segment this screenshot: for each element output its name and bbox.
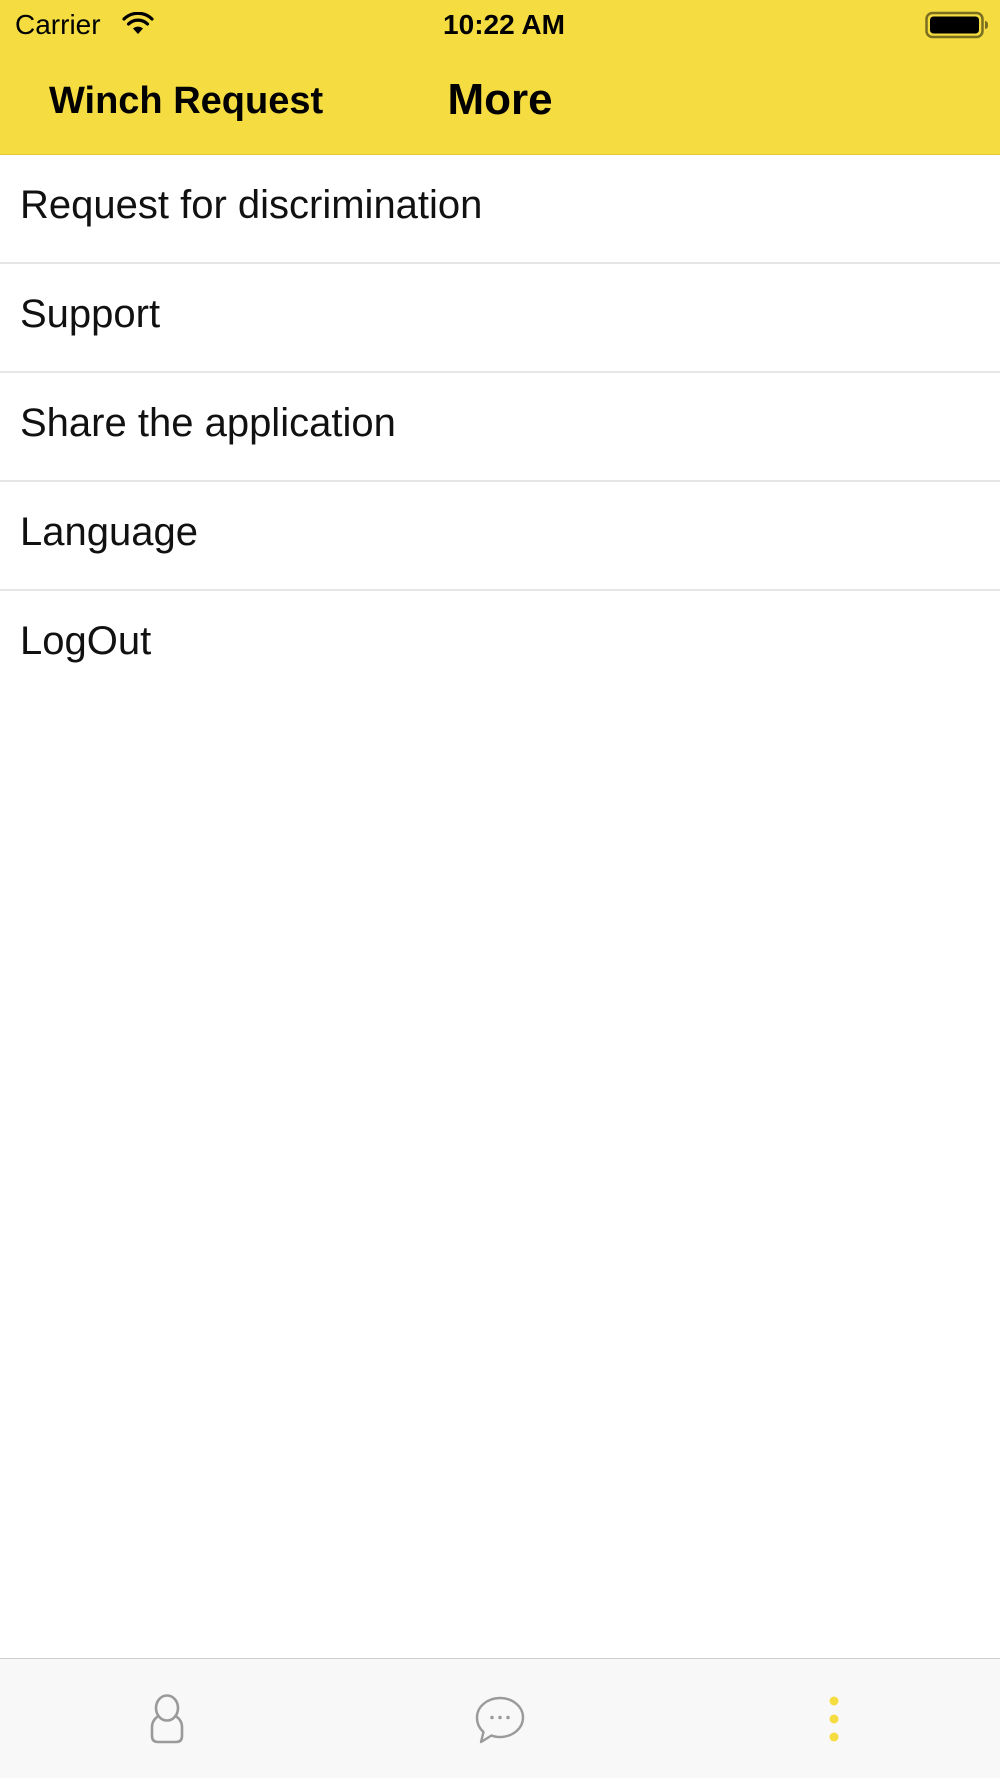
menu-item-label: Share the application [20, 401, 396, 445]
status-bar: Carrier 10:22 AM [0, 0, 1000, 50]
tab-bar [0, 1658, 1000, 1778]
page-title: More [447, 75, 553, 124]
menu-item-share-application[interactable]: Share the application [0, 373, 1000, 482]
menu-item-label: Language [20, 510, 198, 554]
menu-item-label: LogOut [20, 619, 152, 663]
header: Carrier 10:22 AM Winch Request More [0, 0, 1000, 155]
more-screen: Carrier 10:22 AM Winch Request More Requ… [0, 0, 1000, 1778]
status-time: 10:22 AM [443, 9, 565, 40]
more-menu-list: Request for discrimination Support Share… [0, 155, 1000, 700]
menu-item-label: Support [20, 292, 161, 336]
tab-more[interactable] [734, 1659, 934, 1778]
menu-item-support[interactable]: Support [0, 264, 1000, 373]
nav-bar: Winch Request More [0, 50, 1000, 155]
menu-item-language[interactable]: Language [0, 482, 1000, 591]
tab-profile[interactable] [66, 1659, 266, 1778]
menu-item-logout[interactable]: LogOut [0, 591, 1000, 700]
tab-chat[interactable] [400, 1659, 600, 1778]
menu-item-request-for-discrimination[interactable]: Request for discrimination [0, 155, 1000, 264]
menu-item-label: Request for discrimination [20, 183, 483, 227]
